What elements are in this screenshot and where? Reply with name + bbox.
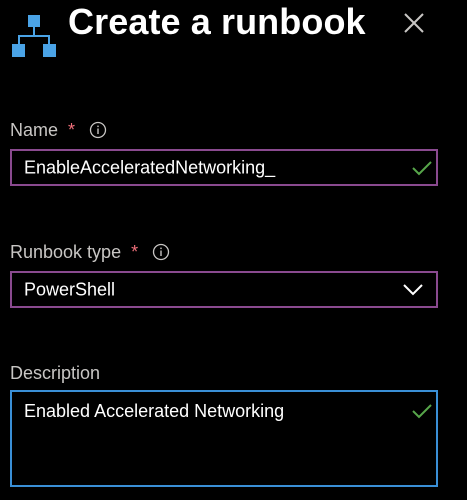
panel-title: Create a runbook (68, 1, 366, 42)
runbook-type-label: Runbook type * (10, 241, 170, 263)
runbook-type-dropdown[interactable]: PowerShell (10, 271, 438, 308)
create-runbook-panel: Create a runbook Name * EnableAccelerate… (0, 0, 467, 500)
name-label-text: Name (10, 120, 59, 140)
required-marker: * (68, 120, 76, 140)
name-label: Name * (10, 119, 107, 141)
description-label: Description (10, 362, 100, 384)
description-value: Enabled Accelerated Networking (24, 401, 285, 421)
required-marker: * (131, 242, 139, 262)
description-textarea[interactable]: Enabled Accelerated Networking (10, 390, 438, 487)
info-icon[interactable] (89, 121, 107, 139)
info-icon[interactable] (152, 243, 170, 261)
name-field-value: EnableAcceleratedNetworking_ (24, 157, 276, 177)
name-field[interactable]: EnableAcceleratedNetworking_ (10, 149, 438, 186)
runbook-hierarchy-icon (12, 15, 56, 57)
description-label-text: Description (10, 363, 101, 383)
runbook-type-label-text: Runbook type (10, 242, 122, 262)
close-icon[interactable] (399, 8, 429, 38)
runbook-type-selected-value: PowerShell (24, 279, 116, 299)
checkmark-icon (412, 404, 432, 419)
chevron-down-icon (403, 283, 423, 295)
checkmark-icon (412, 161, 432, 176)
